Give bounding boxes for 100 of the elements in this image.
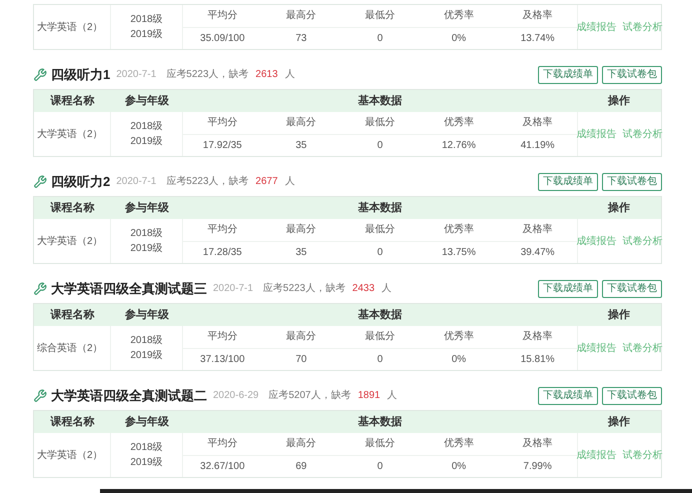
metric-label: 最低分 [364, 116, 395, 130]
report-link[interactable]: 成绩报告 [576, 126, 616, 142]
wrench-icon [33, 68, 47, 82]
metric-label: 优秀率 [444, 436, 474, 452]
metric-value: 32.67/100 [200, 460, 245, 474]
metric-label: 及格率 [522, 8, 553, 24]
metric-label: 及格率 [522, 436, 553, 452]
column-header: 基本数据 [357, 414, 403, 430]
attendance-text: 应考5207人，缺考 [268, 388, 351, 403]
metric-value: 0% [452, 32, 466, 46]
wrench-icon [33, 174, 47, 188]
metric-value: 13.75% [442, 246, 476, 260]
metric-label: 最低分 [364, 330, 395, 344]
download-button[interactable]: 下载试卷包 [602, 386, 662, 404]
course-name: 大学英语（2） [37, 448, 103, 462]
column-header: 基本数据 [357, 308, 403, 323]
metric-value: 73 [296, 32, 307, 46]
report-link[interactable]: 成绩报告 [576, 234, 616, 248]
grade-label: 2019级 [130, 28, 163, 42]
report-link[interactable]: 试卷分析 [622, 340, 662, 356]
wrench-icon [33, 388, 47, 402]
column-header: 课程名称 [49, 308, 96, 323]
column-header: 基本数据 [357, 94, 403, 109]
metric-value: 17.28/35 [202, 246, 242, 260]
report-link[interactable]: 试卷分析 [622, 20, 662, 34]
column-header: 参与年级 [124, 200, 170, 216]
column-header: 操作 [606, 200, 631, 216]
absent-count: 2613 [256, 68, 278, 82]
grade-label: 2019级 [130, 135, 163, 149]
report-link[interactable]: 成绩报告 [576, 448, 616, 462]
absent-count: 2677 [256, 175, 278, 189]
metric-label: 优秀率 [444, 116, 474, 130]
absent-unit: 人 [387, 389, 398, 403]
column-header: 课程名称 [49, 200, 96, 216]
grade-label: 2018级 [130, 13, 163, 27]
metric-value: 17.92/35 [202, 138, 242, 153]
attendance-text: 应考5223人，缺考 [166, 174, 249, 189]
metric-value: 39.47% [520, 246, 555, 260]
grade-label: 2018级 [130, 441, 163, 455]
metric-value: 0% [452, 352, 466, 367]
column-header: 参与年级 [124, 94, 170, 109]
download-button[interactable]: 下载成绩单 [538, 172, 598, 190]
column-header: 课程名称 [49, 94, 96, 109]
exam-date: 2020-6-29 [213, 389, 259, 403]
metric-value: 69 [296, 460, 307, 474]
column-header: 基本数据 [357, 200, 403, 216]
exam-title: 四级听力2 [51, 172, 110, 191]
metric-label: 最高分 [286, 436, 316, 452]
grade-label: 2018级 [130, 227, 163, 241]
absent-count: 1891 [358, 389, 380, 403]
column-header: 操作 [606, 414, 631, 430]
grade-label: 2019级 [130, 349, 163, 363]
metric-label: 优秀率 [444, 222, 474, 238]
wrench-icon [33, 282, 47, 296]
metric-label: 最低分 [364, 9, 395, 24]
download-button[interactable]: 下载试卷包 [602, 66, 662, 84]
metric-value: 37.13/100 [200, 352, 245, 367]
attendance-text: 应考5223人，缺考 [263, 282, 346, 296]
metric-value: 0 [377, 460, 383, 474]
download-button[interactable]: 下载成绩单 [538, 386, 598, 404]
report-link[interactable]: 试卷分析 [622, 448, 662, 462]
metric-value: 0% [452, 460, 466, 474]
absent-unit: 人 [284, 68, 295, 82]
grade-label: 2019级 [130, 456, 163, 470]
column-header: 参与年级 [124, 308, 170, 323]
metric-value: 15.81% [520, 352, 555, 367]
metric-value: 0 [377, 32, 383, 46]
report-link[interactable]: 试卷分析 [622, 126, 662, 142]
metric-value: 35.09/100 [200, 32, 245, 46]
metric-label: 最高分 [286, 330, 316, 344]
report-link[interactable]: 成绩报告 [576, 340, 616, 356]
metric-value: 12.76% [442, 138, 476, 153]
metric-value: 0 [377, 246, 383, 260]
exam-date: 2020-7-1 [116, 68, 156, 82]
column-header: 参与年级 [124, 414, 170, 430]
download-button[interactable]: 下载成绩单 [538, 280, 598, 298]
metric-value: 70 [296, 352, 307, 367]
download-button[interactable]: 下载成绩单 [538, 66, 598, 84]
column-header: 操作 [606, 308, 631, 323]
metric-label: 平均分 [207, 437, 238, 452]
download-button[interactable]: 下载试卷包 [602, 172, 662, 190]
download-button[interactable]: 下载试卷包 [602, 280, 662, 298]
report-link[interactable]: 成绩报告 [576, 20, 616, 34]
course-name: 大学英语（2） [37, 234, 103, 248]
metric-label: 最高分 [286, 116, 316, 130]
exam-title: 大学英语四级全真测试题二 [51, 386, 207, 405]
metric-value: 41.19% [520, 138, 555, 153]
grade-label: 2019级 [130, 242, 163, 256]
course-name: 综合英语（2） [37, 342, 103, 356]
metric-label: 及格率 [522, 222, 553, 238]
column-header: 课程名称 [49, 414, 96, 430]
report-link[interactable]: 试卷分析 [622, 234, 662, 248]
metric-value: 35 [296, 138, 307, 153]
metric-value: 7.99% [523, 460, 552, 474]
metric-value: 0 [377, 352, 383, 367]
absent-count: 2433 [352, 282, 375, 296]
metric-label: 最高分 [286, 222, 316, 238]
metric-value: 13.74% [520, 32, 555, 46]
metric-value: 35 [296, 246, 307, 260]
metric-label: 及格率 [522, 330, 553, 344]
